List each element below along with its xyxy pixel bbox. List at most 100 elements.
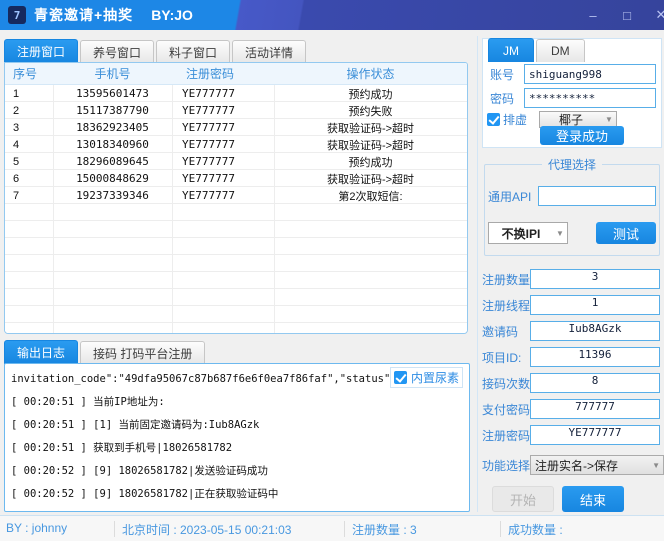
form-row: 注册线程 1 bbox=[482, 295, 660, 315]
form-row-input[interactable]: 3 bbox=[530, 269, 660, 289]
cell-status: 获取验证码->超时 bbox=[274, 137, 467, 153]
test-button[interactable]: 测试 bbox=[596, 222, 656, 244]
form-row-label: 项目ID: bbox=[482, 349, 530, 366]
status-register-count: 注册数量 : 3 bbox=[352, 521, 417, 538]
phone-table: 序号 手机号 注册密码 操作状态 1 13595601473 YE777777 … bbox=[4, 62, 468, 334]
cell-index: 5 bbox=[5, 156, 53, 168]
col-header-phone: 手机号 bbox=[53, 65, 172, 82]
cell-index: 4 bbox=[5, 139, 53, 151]
start-button[interactable]: 开始 bbox=[492, 486, 554, 512]
tab-account-window[interactable]: 养号窗口 bbox=[80, 40, 154, 63]
form-row-label: 注册数量 bbox=[482, 271, 530, 288]
password-input[interactable] bbox=[524, 88, 656, 108]
form-row: 项目ID: 11396 bbox=[482, 347, 660, 367]
builtin-checkbox-row[interactable]: 内置尿素 bbox=[390, 367, 463, 388]
tab-register-window[interactable]: 注册窗口 bbox=[4, 39, 78, 63]
log-line: [ 00:20:52 ] [9] 18026581782|正在获取验证码中 bbox=[11, 483, 463, 506]
cell-status: 获取验证码->超时 bbox=[274, 120, 467, 136]
account-row: 账号 bbox=[490, 64, 656, 84]
table-gridline bbox=[53, 85, 54, 333]
function-label: 功能选择 bbox=[482, 457, 530, 474]
cell-password: YE777777 bbox=[172, 87, 274, 100]
form-row: 邀请码 Iub8AGzk bbox=[482, 321, 660, 341]
function-select[interactable]: 注册实名->保存 ▼ bbox=[530, 455, 664, 475]
cell-index: 3 bbox=[5, 122, 53, 134]
table-row[interactable]: 4 13018340960 YE777777 获取验证码->超时 bbox=[5, 136, 467, 153]
log-lines: invitation_code":"49dfa95067c87b687f6e6f… bbox=[11, 368, 463, 506]
tab-code-platform-register[interactable]: 接码 打码平台注册 bbox=[80, 341, 205, 364]
col-header-password: 注册密码 bbox=[172, 65, 274, 82]
cell-index: 2 bbox=[5, 105, 53, 117]
form-row-input[interactable]: 777777 bbox=[530, 399, 660, 419]
cell-password: YE777777 bbox=[172, 155, 274, 168]
form-row-input[interactable]: 1 bbox=[530, 295, 660, 315]
window-byline: BY:JO bbox=[151, 7, 193, 23]
tab-dm[interactable]: DM bbox=[536, 39, 585, 62]
api-input[interactable] bbox=[538, 186, 656, 206]
tab-output-log[interactable]: 输出日志 bbox=[4, 340, 78, 364]
close-button[interactable]: ✕ bbox=[652, 7, 664, 23]
ip-mode-select-value: 不换IPI bbox=[489, 225, 553, 242]
col-header-status: 操作状态 bbox=[274, 65, 467, 82]
log-output[interactable]: invitation_code":"49dfa95067c87b687f6e6f… bbox=[4, 363, 470, 512]
form-row: 支付密码 777777 bbox=[482, 399, 660, 419]
window-title: 青瓷邀请+抽奖 bbox=[34, 5, 133, 25]
function-row: 功能选择 注册实名->保存 ▼ bbox=[482, 455, 664, 475]
maximize-button[interactable]: □ bbox=[618, 8, 636, 23]
table-body: 1 13595601473 YE777777 预约成功 2 1511738779… bbox=[5, 85, 467, 333]
cell-phone: 19237339346 bbox=[53, 189, 172, 202]
tab-material-window[interactable]: 料子窗口 bbox=[156, 40, 230, 63]
end-button[interactable]: 结束 bbox=[562, 486, 624, 512]
register-form: 注册数量 3 注册线程 1 邀请码 Iub8AGzk 项目ID: 11396 接… bbox=[482, 269, 660, 451]
cell-status: 预约失败 bbox=[274, 103, 467, 119]
form-row-input[interactable]: 8 bbox=[530, 373, 660, 393]
table-row[interactable]: 1 13595601473 YE777777 预约成功 bbox=[5, 85, 467, 102]
ip-mode-select[interactable]: 不换IPI ▼ bbox=[488, 222, 568, 244]
cell-password: YE777777 bbox=[172, 138, 274, 151]
login-button[interactable]: 登录成功 bbox=[540, 126, 624, 145]
filter-checkbox-label: 排虚 bbox=[503, 111, 527, 128]
cell-status: 第2次取短信: bbox=[274, 188, 467, 204]
minimize-button[interactable]: – bbox=[584, 8, 602, 23]
form-row: 注册数量 3 bbox=[482, 269, 660, 289]
form-row-input[interactable]: 11396 bbox=[530, 347, 660, 367]
chevron-down-icon: ▼ bbox=[553, 229, 567, 238]
password-row: 密码 bbox=[490, 88, 656, 108]
table-row[interactable]: 2 15117387790 YE777777 预约失败 bbox=[5, 102, 467, 119]
cell-password: YE777777 bbox=[172, 172, 274, 185]
api-row: 通用API bbox=[488, 186, 656, 206]
table-row[interactable]: 6 15000848629 YE777777 获取验证码->超时 bbox=[5, 170, 467, 187]
api-label: 通用API bbox=[488, 188, 538, 205]
cell-status: 获取验证码->超时 bbox=[274, 171, 467, 187]
chevron-down-icon: ▼ bbox=[652, 461, 663, 470]
builtin-checkbox-label: 内置尿素 bbox=[411, 369, 459, 386]
status-author: BY : johnny bbox=[6, 521, 67, 535]
tab-activity-detail[interactable]: 活动详情 bbox=[232, 40, 306, 63]
filter-checkbox[interactable] bbox=[487, 113, 500, 126]
cell-index: 7 bbox=[5, 190, 53, 202]
cell-phone: 15000848629 bbox=[53, 172, 172, 185]
tab-jm[interactable]: JM bbox=[488, 38, 534, 62]
status-separator bbox=[114, 521, 115, 537]
table-header: 序号 手机号 注册密码 操作状态 bbox=[5, 63, 467, 85]
form-row-input[interactable]: YE777777 bbox=[530, 425, 660, 445]
account-input[interactable] bbox=[524, 64, 656, 84]
table-gridline bbox=[274, 85, 275, 333]
form-row-label: 邀请码 bbox=[482, 323, 530, 340]
table-row[interactable]: 3 18362923405 YE777777 获取验证码->超时 bbox=[5, 119, 467, 136]
builtin-checkbox[interactable] bbox=[394, 371, 407, 384]
password-label: 密码 bbox=[490, 90, 524, 107]
table-rows: 1 13595601473 YE777777 预约成功 2 1511738779… bbox=[5, 85, 467, 204]
login-tabs: JM DM bbox=[488, 38, 585, 62]
status-separator bbox=[344, 521, 345, 537]
cell-phone: 13595601473 bbox=[53, 87, 172, 100]
form-row-input[interactable]: Iub8AGzk bbox=[530, 321, 660, 341]
log-tabs: 输出日志 接码 打码平台注册 bbox=[4, 340, 205, 364]
function-select-value: 注册实名->保存 bbox=[535, 457, 618, 474]
status-beijing-time: 北京时间 : 2023-05-15 00:21:03 bbox=[122, 521, 291, 538]
table-row[interactable]: 7 19237339346 YE777777 第2次取短信: bbox=[5, 187, 467, 204]
table-row[interactable]: 5 18296089645 YE777777 预约成功 bbox=[5, 153, 467, 170]
form-row-list: 注册数量 3 注册线程 1 邀请码 Iub8AGzk 项目ID: 11396 接… bbox=[482, 269, 660, 445]
proxy-action-row: 不换IPI ▼ 测试 bbox=[488, 222, 656, 244]
status-separator bbox=[500, 521, 501, 537]
